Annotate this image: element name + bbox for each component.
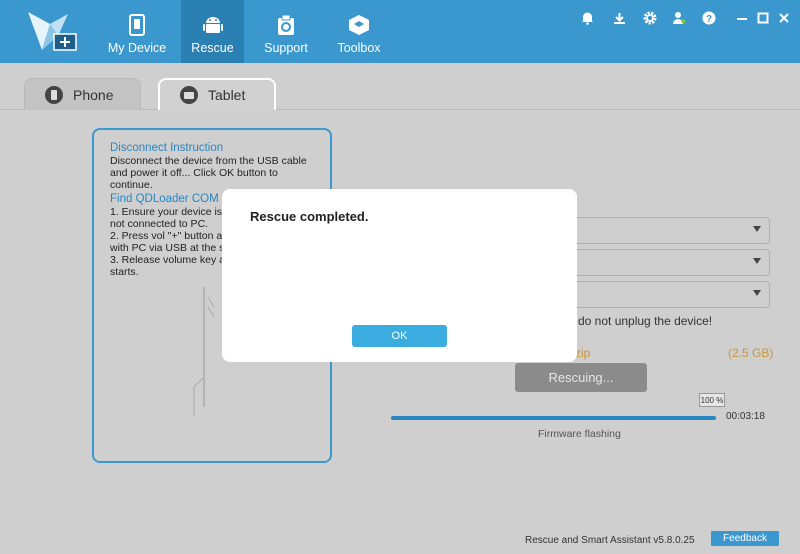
nav-tab-label: Rescue: [191, 41, 234, 55]
progress-status: Firmware flashing: [538, 428, 621, 440]
nav-tab-rescue[interactable]: Rescue: [181, 0, 244, 63]
instruction-text: Disconnect the device from the USB cable…: [110, 155, 307, 191]
instruction-heading: Disconnect Instruction: [110, 142, 224, 154]
elapsed-time: 00:03:18: [726, 411, 765, 422]
progress-percent: 100 %: [699, 393, 725, 407]
dialog-message: Rescue completed.: [250, 209, 369, 224]
nav-tab-support[interactable]: Support: [256, 0, 316, 63]
tab-phone[interactable]: Phone: [24, 78, 141, 110]
support-icon: [273, 12, 299, 38]
phone-icon: [124, 12, 150, 38]
device-tabs-bar: Phone Tablet: [0, 63, 800, 110]
tablet-tab-icon: [180, 86, 198, 104]
device-illustration: [190, 277, 220, 427]
rescue-complete-dialog: Rescue completed. OK: [222, 189, 577, 362]
tab-tablet[interactable]: Tablet: [158, 78, 276, 110]
version-label: Rescue and Smart Assistant v5.8.0.25: [525, 535, 695, 546]
help-icon[interactable]: ?: [701, 10, 717, 26]
nav-tab-label: Toolbox: [337, 41, 381, 55]
app-header: My Device Rescue Support Toolbox ?: [0, 0, 800, 63]
nav-tab-my-device[interactable]: My Device: [105, 0, 169, 63]
minimize-icon[interactable]: [734, 10, 750, 26]
maximize-icon[interactable]: [755, 10, 771, 26]
nav-tab-label: Support: [264, 41, 308, 55]
bell-icon[interactable]: [579, 10, 595, 26]
android-icon: [200, 12, 226, 38]
nav-tab-toolbox[interactable]: Toolbox: [330, 0, 388, 63]
progress-bar: [391, 416, 716, 420]
progress-fill: [391, 416, 716, 420]
user-icon[interactable]: [671, 10, 687, 26]
chevron-down-icon: [753, 258, 761, 264]
nav-tab-label: My Device: [107, 41, 167, 55]
phone-tab-icon: [45, 85, 63, 104]
svg-text:?: ?: [706, 14, 712, 25]
rom-size: (2.5 GB): [728, 346, 774, 360]
rom-file-name: zip: [575, 346, 591, 360]
feedback-button[interactable]: Feedback: [711, 531, 779, 546]
toolbox-icon: [346, 12, 372, 38]
ok-button[interactable]: OK: [352, 325, 447, 347]
tab-label: Tablet: [208, 87, 246, 103]
rescuing-button: Rescuing...: [515, 363, 647, 392]
tab-label: Phone: [73, 86, 114, 103]
chevron-down-icon: [753, 290, 761, 296]
unplug-warning: do not unplug the device!: [578, 314, 713, 328]
chevron-down-icon: [753, 226, 761, 232]
close-icon[interactable]: [776, 10, 792, 26]
gear-icon[interactable]: [642, 10, 658, 26]
app-logo: [22, 6, 80, 56]
download-icon[interactable]: [611, 10, 627, 26]
